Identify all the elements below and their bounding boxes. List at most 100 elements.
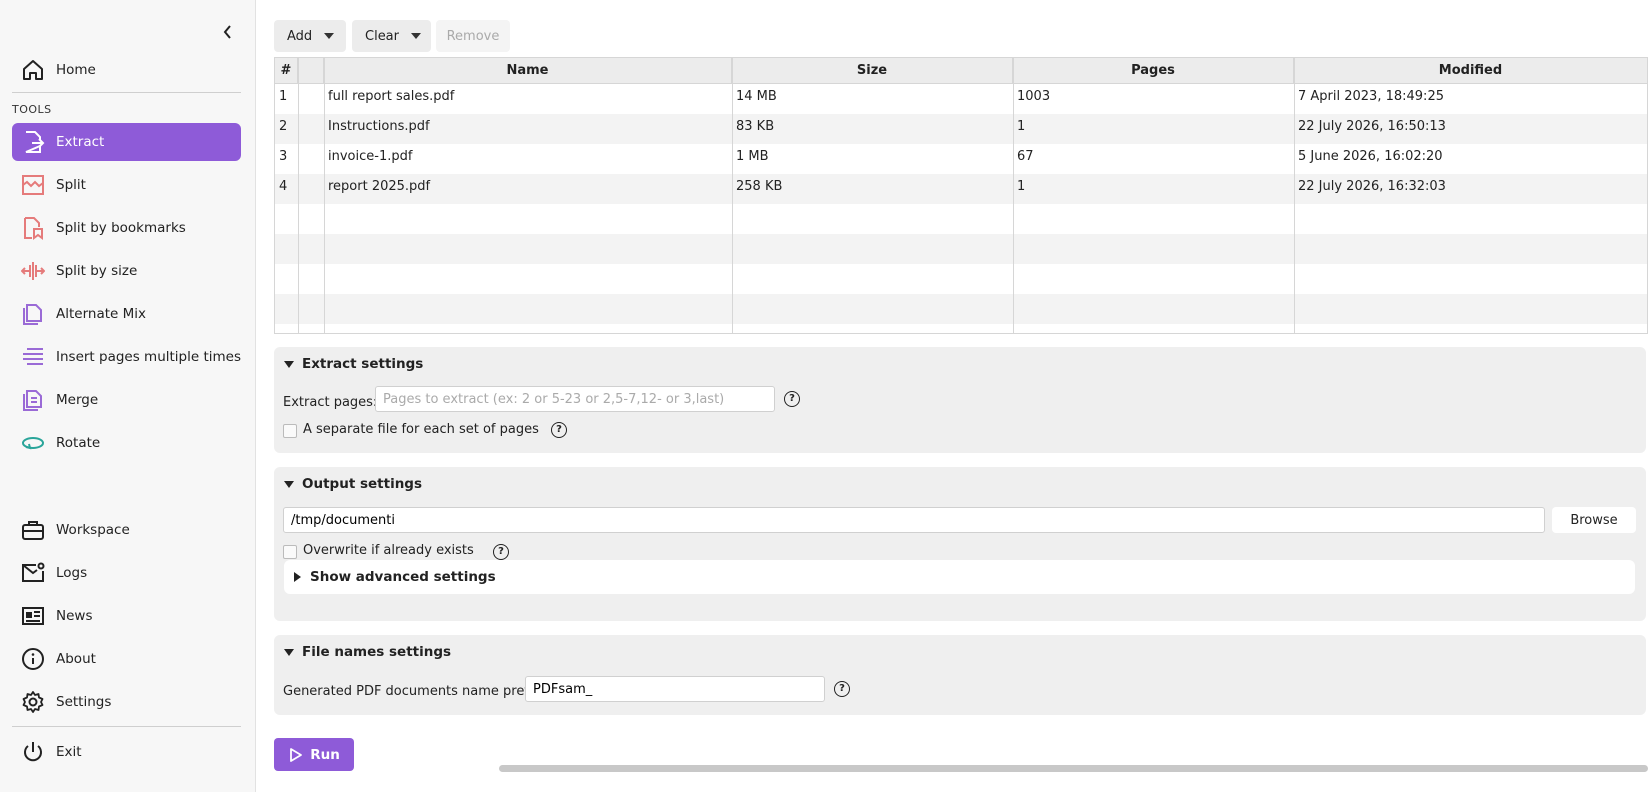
sidebar-item-split-by-bookmarks[interactable]: Split by bookmarks <box>12 209 241 247</box>
file-names-settings-header[interactable]: File names settings <box>284 644 451 660</box>
cell-number: 4 <box>279 179 288 194</box>
sidebar-item-insert-pages[interactable]: Insert pages multiple times <box>12 338 241 376</box>
divider <box>12 726 241 727</box>
extract-pages-input[interactable] <box>375 386 775 412</box>
column-header-number[interactable]: # <box>275 58 298 84</box>
remove-label: Remove <box>446 28 500 44</box>
add-button[interactable]: Add <box>274 20 346 52</box>
browse-button[interactable]: Browse <box>1552 507 1636 533</box>
sidebar-item-about[interactable]: About <box>12 640 241 678</box>
cell-pages: 67 <box>1017 149 1034 164</box>
output-path-input[interactable] <box>283 507 1545 533</box>
output-settings-title: Output settings <box>302 476 423 492</box>
extract-settings-panel: Extract settings Extract pages: ? A sepa… <box>274 347 1646 453</box>
rotate-icon <box>20 430 46 456</box>
add-label: Add <box>287 28 313 44</box>
power-icon <box>20 739 46 765</box>
cell-size: 83 KB <box>736 119 775 134</box>
table-row[interactable]: 2 Instructions.pdf 83 KB 1 22 July 2026,… <box>275 114 1647 144</box>
sidebar-item-label: Settings <box>56 694 112 710</box>
sidebar-item-extract[interactable]: Extract <box>12 123 241 161</box>
cell-pages: 1003 <box>1017 89 1051 104</box>
cell-pages: 1 <box>1017 119 1026 134</box>
run-button[interactable]: Run <box>274 738 354 771</box>
empty-row <box>275 264 1647 294</box>
prefix-label: Generated PDF documents name prefix: <box>283 684 545 699</box>
column-header-pages[interactable]: Pages <box>1013 58 1294 84</box>
dropdown-arrow-icon <box>411 33 421 39</box>
split-size-icon <box>20 258 46 284</box>
overwrite-label: Overwrite if already exists <box>303 543 474 558</box>
sidebar-item-merge[interactable]: Merge <box>12 381 241 419</box>
files-table[interactable]: # Name Size Pages Modified 1 full report… <box>274 57 1648 334</box>
separate-file-checkbox[interactable] <box>283 424 297 438</box>
help-icon[interactable]: ? <box>834 681 850 697</box>
sidebar-item-split[interactable]: Split <box>12 166 241 204</box>
output-settings-header[interactable]: Output settings <box>284 476 422 492</box>
merge-icon <box>20 387 46 413</box>
sidebar-item-alternate-mix[interactable]: Alternate Mix <box>12 295 241 333</box>
cell-name: full report sales.pdf <box>328 89 455 104</box>
cell-size: 14 MB <box>736 89 777 104</box>
table-header: # Name Size Pages Modified <box>275 58 1647 84</box>
collapse-triangle-icon <box>284 648 294 656</box>
output-settings-panel: Output settings Browse Overwrite if alre… <box>274 467 1646 621</box>
sidebar-item-label: Extract <box>56 134 105 150</box>
sidebar-item-label: About <box>56 651 96 667</box>
column-header-size[interactable]: Size <box>732 58 1013 84</box>
column-header-name[interactable]: Name <box>324 58 732 84</box>
help-icon[interactable]: ? <box>551 422 567 438</box>
dropdown-arrow-icon <box>324 33 335 39</box>
news-icon <box>20 603 46 629</box>
sidebar-item-home[interactable]: Home <box>12 51 241 89</box>
home-icon <box>20 57 46 83</box>
column-divider <box>1013 58 1014 333</box>
sidebar-item-settings[interactable]: Settings <box>12 683 241 721</box>
help-icon[interactable]: ? <box>493 544 509 560</box>
sidebar-item-label: Merge <box>56 392 99 408</box>
cell-number: 1 <box>279 89 288 104</box>
collapse-triangle-icon <box>284 360 294 368</box>
logs-icon <box>20 560 46 586</box>
column-divider <box>298 58 299 333</box>
overwrite-checkbox[interactable] <box>283 545 297 559</box>
sidebar-item-label: Insert pages multiple times <box>56 349 242 365</box>
clear-button[interactable]: Clear <box>352 20 431 52</box>
help-icon[interactable]: ? <box>784 391 800 407</box>
extract-settings-header[interactable]: Extract settings <box>284 356 423 372</box>
extract-settings-title: Extract settings <box>302 356 424 372</box>
table-row[interactable]: 3 invoice-1.pdf 1 MB 67 5 June 2026, 16:… <box>275 144 1647 174</box>
sidebar-item-label: Workspace <box>56 522 130 538</box>
empty-row <box>275 204 1647 234</box>
table-row[interactable]: 1 full report sales.pdf 14 MB 1003 7 Apr… <box>275 84 1647 114</box>
prefix-input[interactable] <box>525 676 825 702</box>
run-label: Run <box>310 746 340 763</box>
column-header-modified[interactable]: Modified <box>1294 58 1647 84</box>
cell-name: invoice-1.pdf <box>328 149 413 164</box>
table-row[interactable]: 4 report 2025.pdf 258 KB 1 22 July 2026,… <box>275 174 1647 204</box>
play-icon <box>290 747 303 762</box>
sidebar-item-logs[interactable]: Logs <box>12 554 241 592</box>
remove-button[interactable]: Remove <box>436 20 510 52</box>
collapse-sidebar-button[interactable] <box>218 22 238 42</box>
cell-modified: 5 June 2026, 16:02:20 <box>1298 149 1443 164</box>
sidebar-item-exit[interactable]: Exit <box>12 733 241 771</box>
file-names-settings-title: File names settings <box>302 644 452 660</box>
horizontal-scrollbar[interactable] <box>499 765 1648 772</box>
column-divider <box>1294 58 1295 333</box>
gear-icon <box>20 689 46 715</box>
column-header-select[interactable] <box>298 58 324 84</box>
column-divider <box>732 58 733 333</box>
sidebar-item-news[interactable]: News <box>12 597 241 635</box>
sidebar-item-split-by-size[interactable]: Split by size <box>12 252 241 290</box>
alternate-mix-icon <box>20 301 46 327</box>
sidebar-item-workspace[interactable]: Workspace <box>12 511 241 549</box>
advanced-settings-toggle[interactable]: Show advanced settings <box>284 560 1635 594</box>
sidebar-item-rotate[interactable]: Rotate <box>12 424 241 462</box>
cell-modified: 22 July 2026, 16:50:13 <box>1298 119 1446 134</box>
empty-row <box>275 234 1647 264</box>
sidebar-item-label: News <box>56 608 93 624</box>
divider <box>12 92 241 93</box>
cell-modified: 22 July 2026, 16:32:03 <box>1298 179 1446 194</box>
cell-number: 3 <box>279 149 288 164</box>
